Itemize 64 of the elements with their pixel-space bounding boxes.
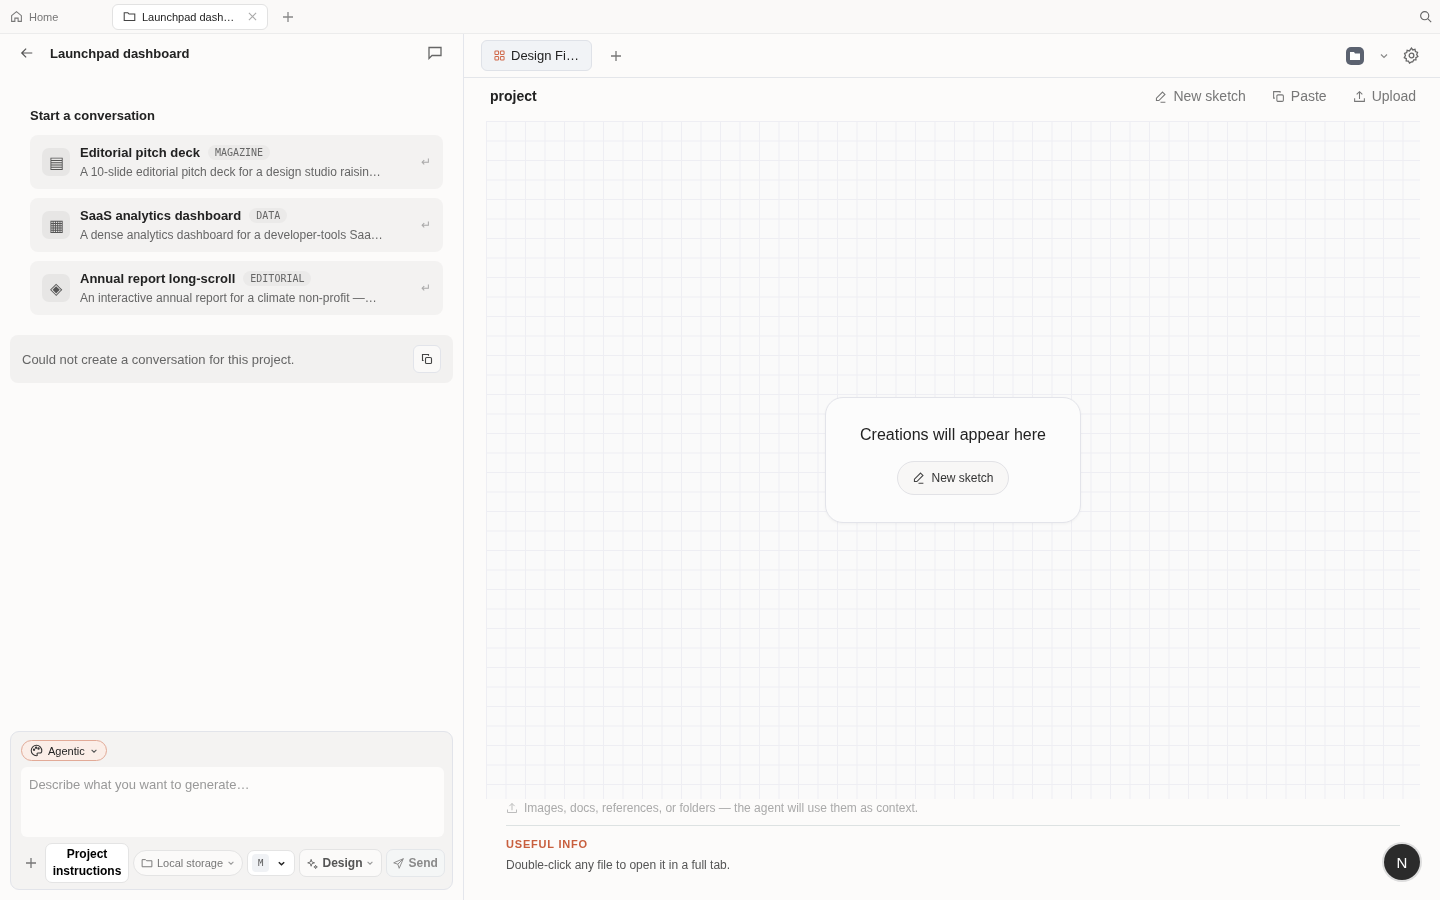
empty-message: Creations will appear here [860,425,1046,444]
project-title: project [490,88,537,104]
template-description: A dense analytics dashboard for a developer-tools Saa… [80,228,384,242]
mode-dropdown[interactable]: Agentic [21,740,107,761]
enter-icon: ↵ [421,155,431,169]
upload-icon [506,802,518,814]
copy-button[interactable] [413,345,441,373]
template-description: An interactive annual report for a climate non-profit —… [80,291,378,305]
project-instructions-button[interactable]: Project instructions [45,843,129,883]
folder-icon [141,857,153,869]
info-heading: USEFUL INFO [506,838,589,850]
template-icon: ◈ [42,274,70,302]
new-sketch-button[interactable]: New sketch [897,460,1009,495]
back-icon[interactable] [20,46,34,60]
add-icon[interactable] [25,857,37,869]
avatar[interactable]: N [1384,844,1420,880]
toolbar-button[interactable]: Paste [1271,88,1327,104]
template-description: A 10-slide editorial pitch deck for a design studio raisin… [80,165,382,179]
browser-tab[interactable]: Launchpad dash… [112,3,269,30]
info-text: Double-click any file to open it in a full tab. [506,858,732,872]
copy-icon [421,353,433,365]
chat-icon[interactable] [427,45,443,61]
search-icon[interactable] [1419,10,1432,23]
grid-icon [494,50,505,61]
section-heading: Start a conversation [30,108,156,123]
template-icon: ▦ [42,211,70,239]
template-tag: DATA [249,208,288,223]
template-title: Editorial pitch deck [80,145,200,160]
send-icon [393,857,405,869]
chevron-down-icon [227,859,236,867]
pencil-icon [1154,89,1168,103]
home-icon [10,10,23,23]
template-card[interactable]: ◈ Annual report long-scroll EDITORIAL An interactive annual report for a climate non-profit —… ↵ [30,261,443,315]
model-dropdown[interactable]: M [247,850,296,876]
copy-icon [1271,89,1285,103]
panel-title: Launchpad dashboard [50,45,190,61]
skill-dropdown[interactable]: Design [299,849,383,877]
template-card[interactable]: ▦ SaaS analytics dashboard DATA A dense analytics dashboard for a developer-tools Saa… ↵ [30,198,443,252]
prompt-field[interactable]: Describe what you want to generate… [21,767,444,837]
browser-tab[interactable]: Home [8,4,102,29]
template-tag: MAGAZINE [207,145,271,160]
palette-icon [30,744,43,757]
toolbar-button[interactable]: New sketch [1154,88,1246,104]
enter-icon: ↵ [421,281,431,295]
chevron-down-icon [366,859,375,867]
folder-icon [123,10,136,23]
template-title: SaaS analytics dashboard [80,208,242,223]
toolbar-button[interactable]: Upload [1352,88,1416,104]
upload-icon [1352,89,1366,103]
file-tab[interactable]: Design Fi… [481,40,592,71]
template-title: Annual report long-scroll [80,271,236,286]
storage-dropdown[interactable]: Local storage [133,850,244,876]
template-icon: ▤ [42,148,70,176]
add-tab-icon[interactable] [609,49,622,62]
error-text: Could not create a conversation for this project. [22,351,295,367]
add-tab-icon[interactable] [282,10,295,23]
pencil-icon [912,471,926,484]
folder-icon[interactable] [1345,45,1365,66]
drop-hint: Images, docs, references, or folders — the agent will use them as context. [524,801,919,815]
template-card[interactable]: ▤ Editorial pitch deck MAGAZINE A 10-slide editorial pitch deck for a design studio raisin… ↵ [30,135,443,189]
template-tag: EDITORIAL [243,271,312,286]
settings-icon[interactable] [1403,47,1420,64]
enter-icon: ↵ [421,218,431,232]
sparkle-icon [307,857,319,869]
